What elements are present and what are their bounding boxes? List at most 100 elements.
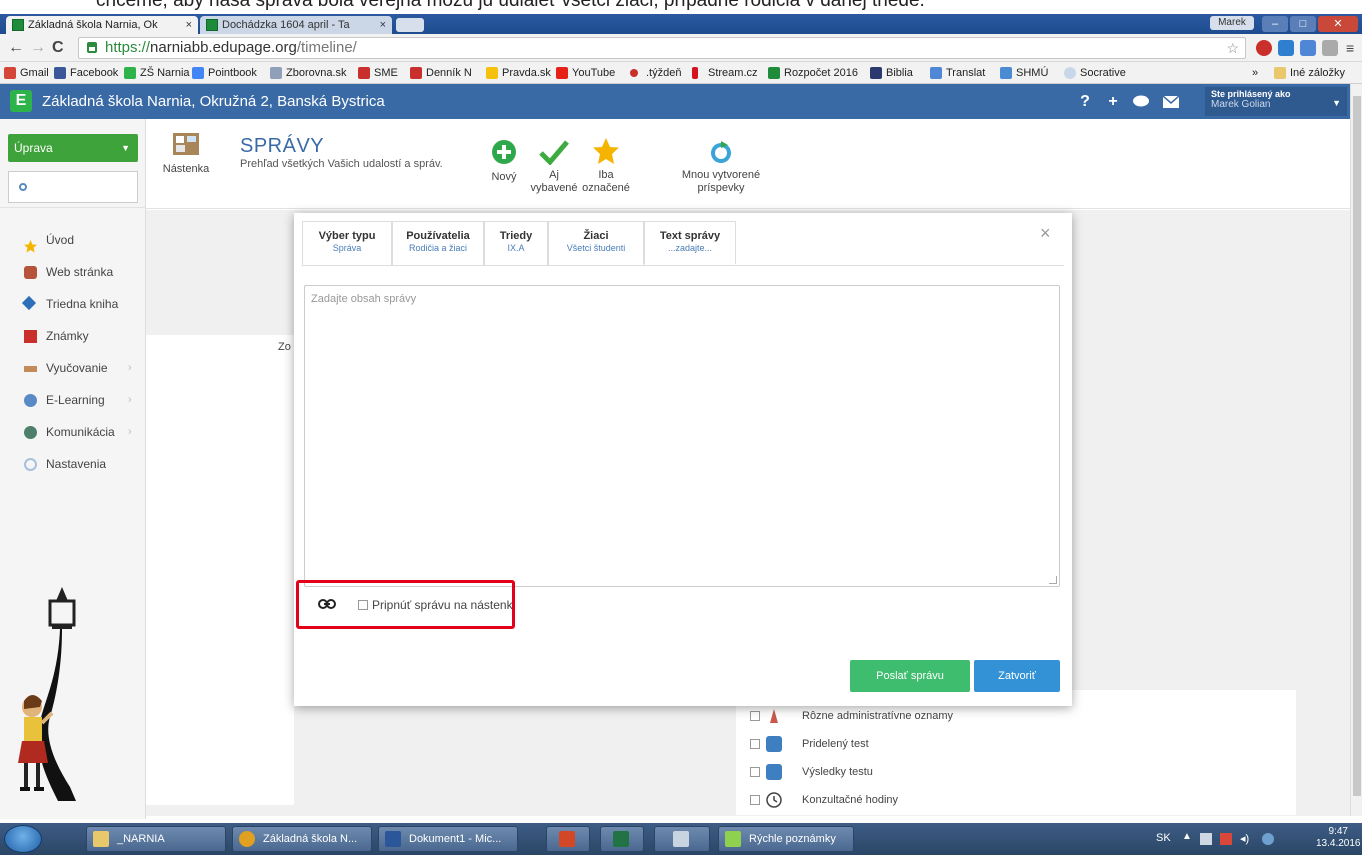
window-close-button[interactable]: ✕ (1318, 16, 1358, 32)
taskbar-item-powerpoint[interactable] (546, 826, 590, 852)
sidebar-item-znamky[interactable]: Známky (0, 321, 146, 351)
filter-marked-button[interactable]: Iba označené (578, 137, 634, 195)
tab-students[interactable]: Žiaci Všetci študenti (548, 221, 644, 265)
sidebar-search-input[interactable] (8, 171, 138, 203)
clock[interactable]: 9:47 13.4.2016 (1316, 826, 1361, 850)
bookmark-star-icon[interactable]: ☆ (1226, 38, 1239, 58)
network-icon[interactable] (1200, 833, 1212, 845)
url-input[interactable]: https://narniabb.edupage.org/timeline/ ☆ (78, 37, 1246, 59)
opera-extension-icon[interactable] (1256, 40, 1272, 56)
tab-title: Triedy (499, 230, 533, 242)
close-dialog-button[interactable]: Zatvoriť (974, 660, 1060, 692)
pin-checkbox[interactable] (358, 600, 368, 610)
link-icon[interactable] (318, 599, 336, 609)
user-menu[interactable]: Ste prihlásený ako Marek Golian ▼ (1205, 87, 1347, 116)
checkbox[interactable] (750, 739, 760, 749)
edupage-logo[interactable]: E (10, 90, 32, 112)
bookmark-dennik-n[interactable]: Denník N (410, 62, 472, 83)
tab-edupage[interactable]: Základná škola Narnia, Ok × (6, 16, 198, 34)
reload-icon[interactable]: C (52, 39, 64, 57)
tray-expand-icon[interactable]: ▲ (1182, 831, 1192, 842)
pin-label[interactable]: Pripnúť správu na nástenk (372, 598, 513, 612)
bookmark-pointbook[interactable]: Pointbook (192, 62, 257, 83)
bookmark-gmail[interactable]: Gmail (4, 62, 49, 83)
edupage-favicon-icon (12, 19, 24, 31)
sidebar-item-nastavenia[interactable]: Nastavenia (0, 449, 146, 479)
bookmark-folder-other[interactable]: Iné záložky (1274, 62, 1345, 83)
filter-done-button[interactable]: Aj vybavené (526, 139, 582, 195)
sidebar-item-uvod[interactable]: Úvod (0, 225, 146, 255)
bookmark-translat[interactable]: Translat (930, 62, 985, 83)
forward-icon[interactable]: → (30, 39, 46, 57)
bookmark-sme[interactable]: SME (358, 62, 398, 83)
menu-icon[interactable]: ≡ (1346, 39, 1354, 57)
checkbox[interactable] (750, 767, 760, 777)
tab-classes[interactable]: Triedy IX.A (484, 221, 548, 265)
send-message-button[interactable]: Poslať správu (850, 660, 970, 692)
bookmark-tyzden[interactable]: .týždeň (630, 62, 681, 83)
bookmark-zborovna[interactable]: Zborovna.sk (270, 62, 347, 83)
window-user-badge[interactable]: Marek (1210, 16, 1254, 30)
bookmarks-overflow[interactable]: » (1252, 62, 1258, 83)
taskbar-item-notes[interactable]: Rýchle poznámky (718, 826, 854, 852)
mail-icon[interactable] (1158, 84, 1184, 119)
bookmark-facebook[interactable]: Facebook (54, 62, 118, 83)
tab-type[interactable]: Výber typu Správa (302, 221, 392, 265)
dropbox-extension-icon[interactable] (1322, 40, 1338, 56)
bookmark-zs-narnia[interactable]: ZŠ Narnia (124, 62, 190, 83)
taskbar-item-word[interactable]: Dokument1 - Mic... (378, 826, 518, 852)
start-button[interactable] (4, 825, 42, 853)
bookmark-biblia[interactable]: Biblia (870, 62, 913, 83)
sidebar-item-vyucovanie[interactable]: Vyučovanie › (0, 353, 146, 383)
list-item[interactable]: Konzultačné hodiny (750, 790, 898, 810)
maximize-button[interactable]: □ (1290, 16, 1316, 32)
taskbar-item-narnia[interactable]: _NARNIA (86, 826, 226, 852)
add-button[interactable]: + (1100, 84, 1126, 119)
bookmark-socrative[interactable]: Socrative (1064, 62, 1126, 83)
checkbox[interactable] (750, 711, 760, 721)
tab-message-text[interactable]: Text správy ...zadajte... (644, 221, 736, 265)
tab-users[interactable]: Používatelia Rodičia a žiaci (392, 221, 484, 265)
tab-dochadzka[interactable]: Dochádzka 1604 april - Ta × (200, 16, 392, 34)
language-indicator[interactable]: SK (1156, 832, 1171, 844)
minimize-button[interactable]: – (1262, 16, 1288, 32)
edit-dropdown[interactable]: Úprava ▼ (8, 134, 138, 162)
taskbar-item-calculator[interactable] (654, 826, 710, 852)
tab-close-icon[interactable]: × (186, 16, 192, 34)
resize-grip-icon[interactable] (1049, 576, 1057, 584)
tab-close-icon[interactable]: × (380, 16, 386, 34)
page-scrollbar[interactable] (1350, 84, 1362, 816)
back-icon[interactable]: ← (8, 39, 24, 57)
board-button[interactable]: Nástenka (160, 133, 212, 176)
new-message-button[interactable]: Nový (482, 139, 526, 184)
action-center-icon[interactable] (1220, 833, 1232, 845)
dialog-close-icon[interactable]: × (1040, 223, 1051, 244)
bookmark-pravda[interactable]: Pravda.sk (486, 62, 551, 83)
taskbar-item-chrome[interactable]: Základná škola N... (232, 826, 372, 852)
bookmark-rozpocet[interactable]: Rozpočet 2016 (768, 62, 858, 83)
my-posts-button[interactable]: Mnou vytvorené príspevky (678, 139, 764, 195)
sidebar-item-web[interactable]: Web stránka (0, 257, 146, 287)
v-extension-icon[interactable] (1278, 40, 1294, 56)
new-tab-button[interactable] (396, 18, 424, 32)
scrollbar-thumb[interactable] (1353, 96, 1361, 796)
bookmark-youtube[interactable]: YouTube (556, 62, 615, 83)
bookmark-shmu[interactable]: SHMÚ (1000, 62, 1048, 83)
message-textarea[interactable]: Zadajte obsah správy (304, 285, 1060, 587)
list-item[interactable]: Pridelený test (750, 734, 869, 754)
volume-icon[interactable]: ◂) (1240, 832, 1249, 845)
list-item[interactable]: Výsledky testu (750, 762, 873, 782)
bookmark-stream[interactable]: Stream.cz (692, 62, 758, 83)
translate-extension-icon[interactable] (1300, 40, 1316, 56)
chat-icon[interactable] (1128, 84, 1154, 119)
sidebar-item-triedna-kniha[interactable]: Triedna kniha (0, 289, 146, 319)
power-icon[interactable] (1262, 833, 1274, 845)
school-name[interactable]: Základná škola Narnia, Okružná 2, Banská… (42, 93, 385, 110)
sidebar-item-komunikacia[interactable]: Komunikácia › (0, 417, 146, 447)
taskbar-item-excel[interactable] (600, 826, 644, 852)
help-button[interactable]: ? (1072, 84, 1098, 119)
list-item[interactable]: Rôzne administratívne oznamy (750, 706, 953, 726)
checkbox[interactable] (750, 795, 760, 805)
calculator-icon (673, 831, 689, 847)
sidebar-item-elearning[interactable]: E-Learning › (0, 385, 146, 415)
